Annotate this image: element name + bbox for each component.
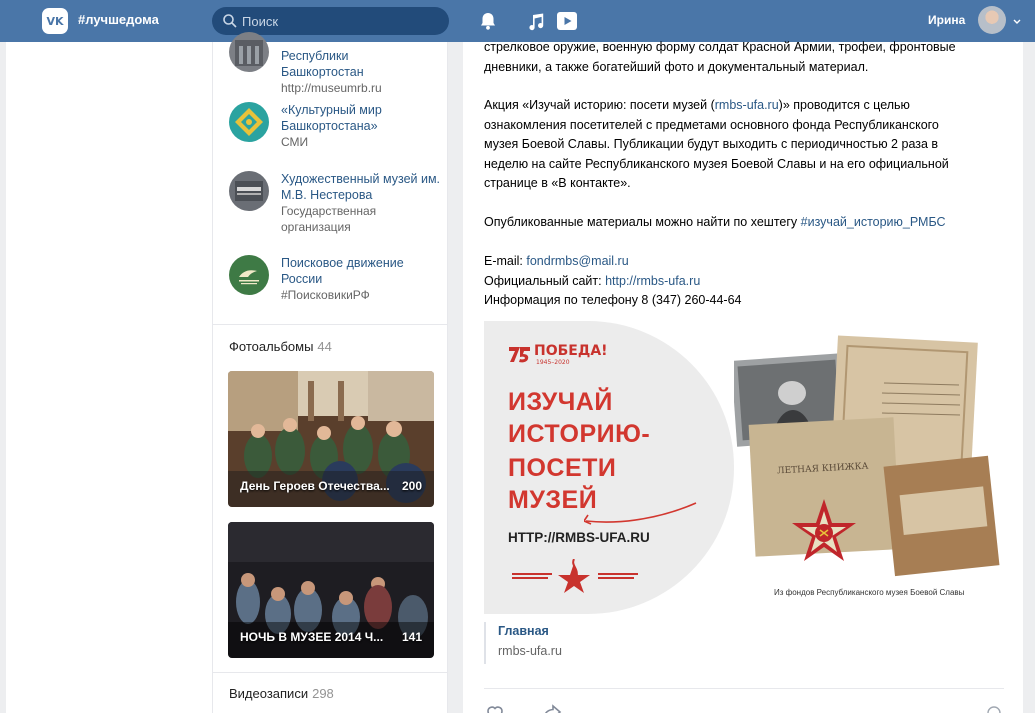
post-text: )» проводится с целью (778, 98, 910, 112)
poster-line: ИЗУЧАЙ (508, 388, 613, 416)
post-text-line: Акция «Изучай историю: посети музей (rmb… (484, 96, 1004, 116)
album-count: 200 (401, 479, 422, 493)
views-icon (987, 706, 1001, 713)
org-name-text: Республики Башкортостан (281, 49, 364, 79)
site-tag[interactable]: #лучшедома (78, 12, 159, 27)
album-caption: НОЧЬ В МУЗЕЕ 2014 Ч... 141 (240, 630, 422, 644)
search-icon (223, 14, 237, 28)
community-sidebar: Республики Башкортостан http://museumrb.… (212, 32, 448, 713)
post-text-line: неделю на сайте Республиканского музея Б… (484, 156, 949, 171)
post-text-line: Опубликованные материалы можно найти по … (484, 213, 1004, 233)
search-input[interactable] (242, 12, 437, 30)
play-icon[interactable] (556, 10, 578, 32)
hashtag-link[interactable]: #изучай_историю_РМБС (801, 215, 946, 229)
top-bar: VK #лучшедома Ирина (0, 0, 1035, 42)
email-line: E-mail: fondrmbs@mail.ru (484, 252, 1004, 272)
org-name-text: Поисковое движение России (281, 256, 404, 286)
poster-caption: Из фондов Республиканского музея Боевой … (774, 588, 965, 597)
album-card[interactable]: День Героев Отечества... 200 (228, 371, 434, 507)
post-image[interactable]: ПОБЕДА! 1945–2020 ИЗУЧАЙ ИСТОРИЮ- ПОСЕТИ… (484, 321, 1004, 614)
post-paragraph: стрелковое оружие, военную форму солдат … (484, 38, 1004, 77)
victory-75-logo (509, 347, 530, 363)
org-sub: СМИ (281, 135, 309, 149)
org-sub: http://museumrb.ru (281, 81, 382, 95)
snippet-url[interactable]: rmbs-ufa.ru (498, 640, 1004, 662)
user-avatar[interactable] (978, 6, 1006, 34)
album-card[interactable]: НОЧЬ В МУЗЕЕ 2014 Ч... 141 (228, 522, 434, 658)
left-panel (6, 42, 212, 713)
post-text: Опубликованные материалы можно найти по … (484, 215, 801, 229)
videos-count: 298 (312, 686, 334, 701)
poster-left-panel: ПОБЕДА! 1945–2020 ИЗУЧАЙ ИСТОРИЮ- ПОСЕТИ… (484, 321, 734, 614)
org-name-text: «Культурный мир Башкортостана» (281, 103, 382, 133)
poster-pobeda: ПОБЕДА! (534, 343, 608, 359)
post-contacts: E-mail: fondrmbs@mail.ru Официальный сай… (484, 252, 1004, 311)
org-sub: #ПоисковикиРФ (281, 288, 370, 302)
photos-title: Фотоальбомы (229, 339, 314, 354)
link-snippet[interactable]: Главная rmbs-ufa.ru (484, 622, 1004, 664)
org-logo (229, 32, 269, 72)
org-name-text: Художественный музей им. М.В. Нестерова (281, 172, 441, 202)
album-title: День Героев Отечества... (240, 479, 390, 493)
site-link[interactable]: http://rmbs-ufa.ru (605, 274, 700, 288)
post-link[interactable]: rmbs-ufa.ru (715, 98, 779, 112)
post-paragraph: Опубликованные материалы можно найти по … (484, 213, 1004, 233)
post-text: Акция «Изучай историю: посети музей ( (484, 98, 715, 112)
post-text-line: музея Боевой Славы. Публикации будут вых… (484, 137, 939, 151)
poster-url: HTTP://RMBS-UFA.RU (508, 530, 650, 545)
org-name: Художественный музей им. М.В. Нестерова … (281, 171, 441, 235)
photos-header[interactable]: Фотоальбомы 44 (229, 339, 332, 354)
org-sub: Государственная организация (281, 204, 377, 234)
search-box[interactable] (212, 7, 449, 35)
snippet-title[interactable]: Главная (498, 622, 1004, 640)
bell-icon[interactable] (477, 10, 499, 32)
org-name: Поисковое движение России #ПоисковикиРФ (281, 255, 441, 303)
poster-years: 1945–2020 (536, 359, 570, 366)
post-text-line: ознакомления посетителей с предметами ос… (484, 117, 939, 132)
divider (213, 672, 447, 673)
photos-count: 44 (317, 339, 332, 354)
divider (213, 324, 447, 325)
videos-header[interactable]: Видеозаписи 298 (229, 686, 334, 701)
heart-icon[interactable] (484, 702, 506, 713)
music-icon[interactable] (525, 10, 547, 32)
phone-line: Информация по телефону 8 (347) 260-44-64 (484, 293, 742, 307)
album-title: НОЧЬ В МУЗЕЕ 2014 Ч... (240, 630, 384, 644)
share-icon[interactable] (541, 702, 563, 713)
post-card: стрелковое оружие, военную форму солдат … (463, 40, 1023, 713)
poster-arrow-icon (584, 502, 697, 525)
post-text-line: стрелковое оружие, военную форму солдат … (484, 40, 956, 54)
poster-line: ИСТОРИЮ- (508, 420, 651, 448)
site-label: Официальный сайт: (484, 273, 606, 288)
site-line: Официальный сайт: http://rmbs-ufa.ru (484, 272, 1004, 292)
vk-logo[interactable]: VK (42, 8, 68, 34)
post-paragraph: Акция «Изучай историю: посети музей (rmb… (484, 96, 1004, 194)
post-text-line: дневники, а также богатейший фото и доку… (484, 59, 869, 74)
poster-line: ПОСЕТИ (508, 454, 617, 482)
divider (484, 688, 1004, 689)
org-name: «Культурный мир Башкортостана» СМИ (281, 102, 441, 150)
org-logo (229, 171, 269, 211)
email-link[interactable]: fondrmbs@mail.ru (526, 254, 628, 268)
videos-title: Видеозаписи (229, 686, 309, 701)
org-logo (229, 255, 269, 295)
user-name[interactable]: Ирина (928, 13, 965, 27)
album-caption: День Героев Отечества... 200 (240, 479, 422, 493)
org-name: Республики Башкортостан http://museumrb.… (281, 32, 441, 96)
poster-documents-photo: ЛЕТНАЯ КНИЖКА (734, 335, 1000, 577)
museum-logo-icon (512, 559, 638, 593)
album-count: 141 (401, 630, 422, 644)
chevron-down-icon[interactable] (1013, 18, 1021, 26)
post-text-line: странице в «В контакте». (484, 176, 631, 190)
email-label: E-mail: (484, 254, 527, 268)
org-logo (229, 102, 269, 142)
